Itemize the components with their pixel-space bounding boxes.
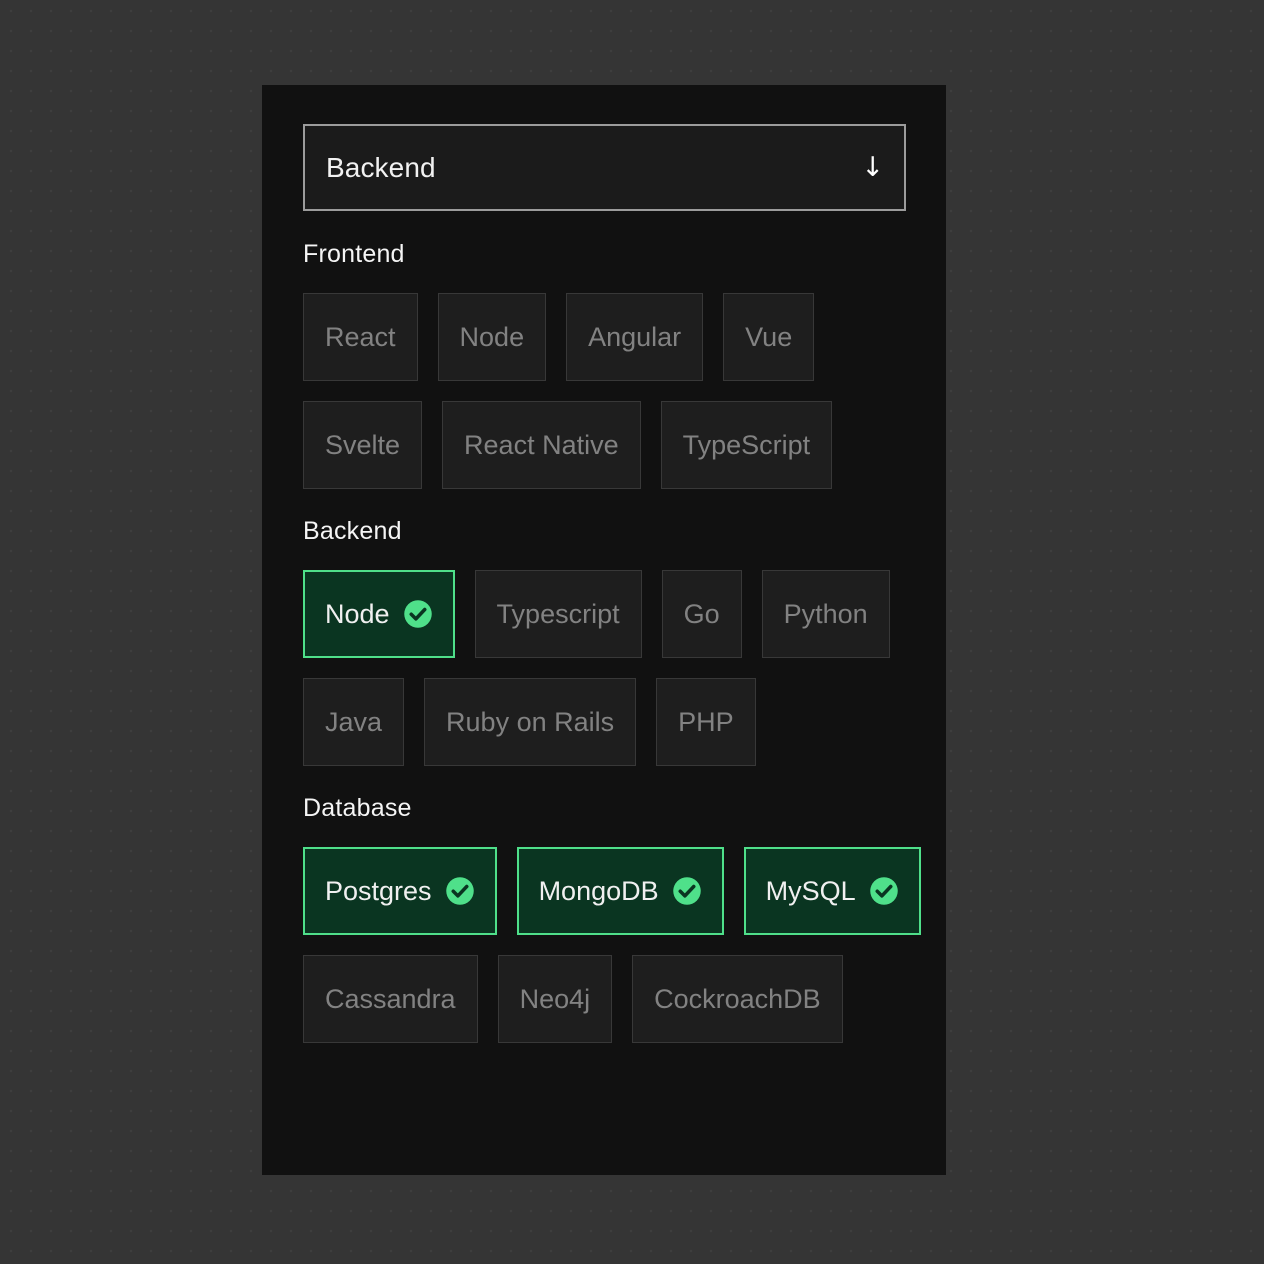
check-circle-icon [672,877,701,905]
chip-frontend-svelte[interactable]: Svelte [303,401,423,489]
chip-label: MongoDB [538,875,659,906]
chip-label: Node [459,321,525,352]
chip-label: React [325,321,396,352]
chip-database-cockroachdb[interactable]: CockroachDB [632,955,843,1043]
section-title-backend: Backend [303,517,402,545]
chip-label: Postgres [325,875,432,906]
chip-label: Ruby on Rails [446,706,615,737]
chip-database-cassandra[interactable]: Cassandra [303,955,478,1043]
chip-frontend-react[interactable]: React [303,293,418,381]
chip-frontend-react-native[interactable]: React Native [442,401,641,489]
section-database: Database Postgres MongoDB MySQL Cassandra Neo… [303,794,921,1043]
chip-label: PHP [678,706,734,737]
chip-label: CockroachDB [654,983,821,1014]
chip-label: Angular [588,321,682,352]
check-circle-icon [869,877,898,905]
chip-label: React Native [464,429,619,460]
chip-backend-go[interactable]: Go [661,570,742,658]
category-select[interactable]: Backend ↓ [303,124,906,211]
tech-stack-card: Backend ↓ Frontend React Node Angular Vue Sve… [262,85,946,1175]
chip-rows-backend: Node Typescript Go Python Java Ruby on Rails P… [303,570,906,766]
category-select-value: Backend [326,151,436,183]
chip-label: Svelte [325,429,401,460]
chip-database-mysql[interactable]: MySQL [743,847,921,935]
chip-label: Neo4j [519,983,591,1014]
chip-backend-node[interactable]: Node [303,570,455,658]
chip-row: Cassandra Neo4j CockroachDB [303,955,906,1043]
check-circle-icon [403,600,432,628]
chip-row: Node Typescript Go Python [303,570,906,658]
chip-label: Node [325,598,390,629]
chip-rows-database: Postgres MongoDB MySQL Cassandra Neo4j Cockro… [303,847,921,1043]
chip-backend-php[interactable]: PHP [656,678,756,766]
chip-backend-python[interactable]: Python [761,570,890,658]
chip-row: Svelte React Native TypeScript [303,401,906,489]
chip-frontend-node[interactable]: Node [437,293,547,381]
chip-database-neo4j[interactable]: Neo4j [497,955,613,1043]
chip-label: Java [325,706,383,737]
chip-label: TypeScript [682,429,811,460]
chip-label: MySQL [765,875,856,906]
chip-row: Postgres MongoDB MySQL [303,847,921,935]
chip-label: Go [683,598,720,629]
chip-row: Java Ruby on Rails PHP [303,678,906,766]
section-frontend: Frontend React Node Angular Vue Svelte React N… [303,242,906,489]
chip-database-postgres[interactable]: Postgres [303,847,497,935]
chip-backend-java[interactable]: Java [303,678,405,766]
chip-rows-frontend: React Node Angular Vue Svelte React Native Typ… [303,293,906,489]
chip-label: Typescript [496,598,620,629]
section-title-frontend: Frontend [303,240,405,268]
section-title-database: Database [303,794,412,822]
chip-frontend-typescript[interactable]: TypeScript [660,401,833,489]
check-circle-icon [445,877,474,905]
section-backend: Backend Node Typescript Go Python Java Ruby on… [303,519,906,766]
sections-container: Frontend React Node Angular Vue Svelte React N… [303,242,921,1043]
chip-row: React Node Angular Vue [303,293,906,381]
chip-backend-typescript[interactable]: Typescript [474,570,642,658]
arrow-down-icon: ↓ [861,152,884,183]
chip-label: Vue [745,321,793,352]
chip-frontend-vue[interactable]: Vue [723,293,815,381]
chip-database-mongodb[interactable]: MongoDB [516,847,724,935]
screen: Backend ↓ Frontend React Node Angular Vue Sve… [0,0,1264,1264]
chip-label: Cassandra [325,983,456,1014]
chip-backend-ruby-on-rails[interactable]: Ruby on Rails [424,678,637,766]
chip-label: Python [783,598,868,629]
chip-frontend-angular[interactable]: Angular [566,293,704,381]
